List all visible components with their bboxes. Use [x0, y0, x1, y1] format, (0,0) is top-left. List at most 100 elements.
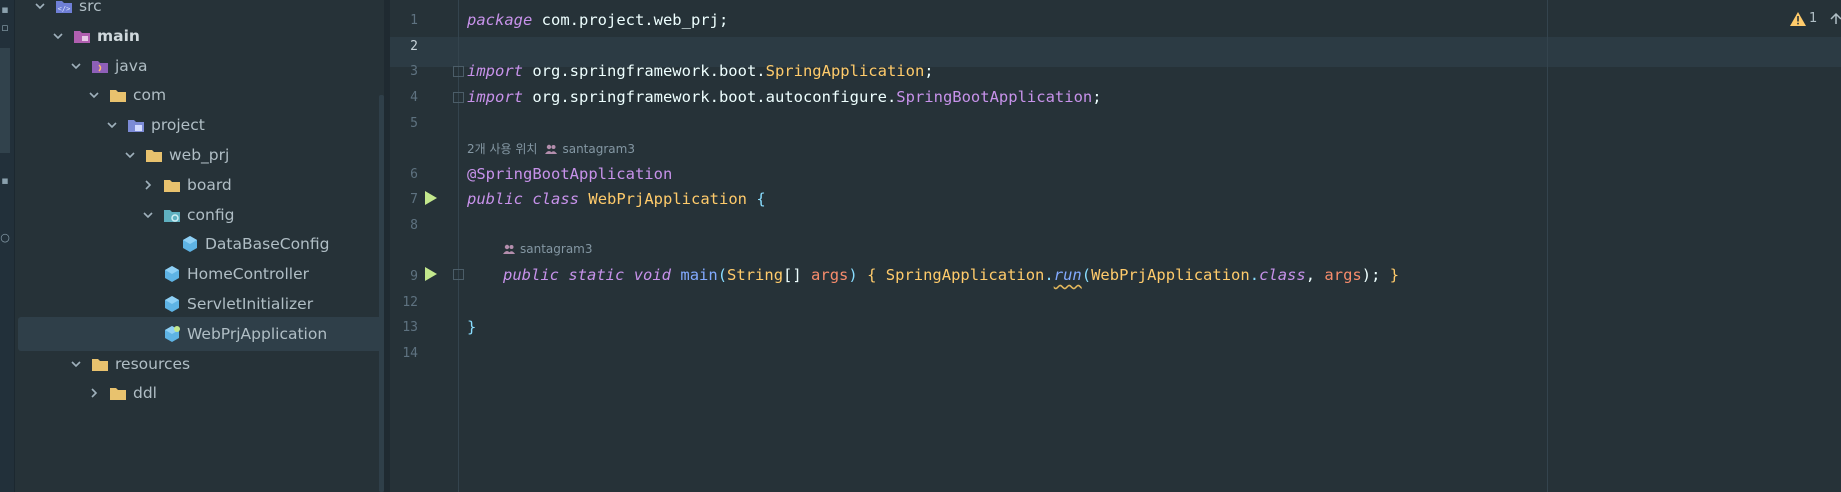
tree-item-label: web_prj: [169, 146, 230, 164]
keyword-token: void: [633, 266, 672, 284]
code-line-9: public static void main(String[] args) {…: [503, 266, 1399, 284]
paren-token: (: [1081, 266, 1092, 284]
tree-item-servletinitializer[interactable]: ServletInitializer: [18, 287, 394, 321]
warning-count[interactable]: 1: [1809, 11, 1817, 26]
code-editor[interactable]: 1 2 3 4 5 6 7 8 9 12 13 14 package com.p…: [390, 0, 1841, 492]
fold-method-icon[interactable]: [453, 269, 464, 280]
tree-item-label: project: [151, 116, 205, 135]
class-token: SpringBootApplication: [896, 88, 1093, 106]
line-number: 6: [410, 167, 418, 182]
line-number: 12: [402, 295, 418, 310]
chevron-right-icon[interactable]: [141, 178, 155, 192]
keyword-token: class: [1259, 266, 1306, 284]
brace-token: }: [467, 318, 477, 336]
class-token: SpringApplication: [885, 266, 1045, 284]
users-icon: [503, 244, 515, 254]
left-tool-stripe: ▪ ▫ ▪ ○: [0, 0, 15, 492]
tree-item-label: board: [187, 175, 232, 194]
keyword-token: package: [467, 11, 533, 29]
method-call-token[interactable]: run: [1054, 266, 1082, 284]
code-token: org.springframework.boot.autoconfigure.: [523, 88, 897, 106]
structure-tool-icon[interactable]: ○: [0, 232, 10, 244]
chevron-down-icon[interactable]: [51, 29, 65, 43]
line-number: 4: [410, 90, 418, 105]
code-line-7: public class WebPrjApplication {: [467, 190, 766, 208]
chevron-down-icon[interactable]: [123, 148, 137, 162]
line-number: 5: [410, 116, 418, 131]
package-folder-icon: [127, 116, 145, 134]
author-name[interactable]: santagram3: [520, 242, 593, 256]
chevron-down-icon[interactable]: [69, 357, 83, 371]
warning-icon: [1790, 11, 1806, 26]
code-token: ;: [1092, 88, 1102, 106]
project-tree[interactable]: </> src main java com project web_prj board conf…: [15, 0, 394, 492]
line-number: 7: [410, 192, 418, 207]
users-icon: [545, 144, 558, 154]
annotation-token: @SpringBootApplication: [467, 165, 673, 183]
chevron-right-icon[interactable]: [87, 386, 101, 400]
keyword-token: static: [568, 266, 625, 284]
module-folder-icon: [73, 27, 91, 45]
line-number: 2: [410, 39, 418, 54]
class-token: String: [727, 266, 784, 284]
class-token: WebPrjApplication: [588, 190, 747, 208]
chevron-down-icon[interactable]: [33, 0, 47, 13]
fold-end-icon[interactable]: [453, 92, 464, 103]
line-number: 9: [410, 269, 418, 284]
chevron-down-icon[interactable]: [69, 59, 83, 73]
chevron-down-icon[interactable]: [87, 88, 101, 102]
parameter-token: args: [1324, 266, 1362, 284]
author-inlay-hint[interactable]: santagram3: [503, 242, 593, 256]
brace-token: }: [1389, 266, 1400, 284]
tree-item-label: src: [79, 0, 102, 15]
tree-item-ddl[interactable]: ddl: [18, 376, 394, 410]
usages-inlay-hint[interactable]: 2개 사용 위치 santagram3: [467, 140, 635, 157]
chevron-down-icon[interactable]: [141, 208, 155, 222]
chevron-down-icon[interactable]: [105, 118, 119, 132]
code-line-13: }: [467, 318, 476, 336]
fold-imports-icon[interactable]: [453, 66, 464, 77]
function-token: main: [680, 266, 718, 284]
keyword-token: import: [467, 88, 523, 106]
inspection-widget[interactable]: 1: [1790, 11, 1841, 26]
brace-token: {: [756, 190, 766, 208]
folder-icon: [145, 146, 163, 164]
tree-item-label: main: [97, 26, 140, 45]
line-number: 8: [410, 218, 418, 233]
commit-tool-icon[interactable]: ▫: [0, 22, 10, 34]
folder-icon: [109, 86, 127, 104]
keyword-token: public: [503, 266, 559, 284]
code-line-3: import org.springframework.boot.SpringAp…: [467, 62, 934, 80]
class-icon: [163, 295, 181, 313]
svg-text:</>: </>: [58, 5, 71, 13]
author-hint[interactable]: santagram3: [503, 242, 593, 256]
brace-token: {: [867, 266, 877, 284]
tree-item-label: ddl: [133, 384, 157, 403]
run-main-icon[interactable]: [424, 266, 438, 282]
resources-folder-icon: [91, 355, 109, 373]
tool-window-tab[interactable]: [0, 48, 10, 153]
usages-count[interactable]: 2개 사용 위치: [467, 140, 537, 157]
spring-class-icon: [163, 325, 181, 343]
folder-icon: [109, 384, 127, 402]
project-tool-icon[interactable]: ▪: [0, 4, 10, 16]
run-class-icon[interactable]: [424, 190, 438, 206]
keyword-token: import: [467, 62, 523, 80]
class-token: WebPrjApplication: [1091, 266, 1250, 284]
code-token: );: [1361, 266, 1381, 284]
class-icon: [181, 235, 199, 253]
arrow-up-icon[interactable]: [1830, 12, 1841, 25]
tree-item-label: ServletInitializer: [187, 295, 314, 313]
author-hint[interactable]: santagram3: [545, 142, 635, 156]
bookmarks-tool-icon[interactable]: ▪: [0, 175, 10, 187]
code-line-6: @SpringBootApplication: [467, 165, 672, 183]
dot-token: .: [1044, 266, 1054, 284]
tree-item-label: config: [187, 205, 235, 224]
keyword-token: public: [467, 190, 523, 208]
author-name[interactable]: santagram3: [562, 142, 635, 156]
code-token: []: [783, 266, 802, 284]
